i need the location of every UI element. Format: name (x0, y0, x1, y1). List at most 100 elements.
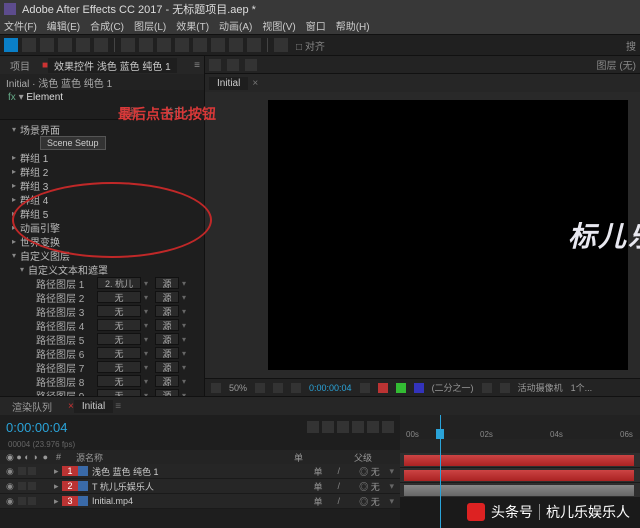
timeline-comp-tab[interactable]: Initial (74, 400, 113, 413)
magnify-icon[interactable] (211, 383, 221, 393)
motion-blur-icon[interactable] (352, 421, 364, 433)
path-type-dropdown[interactable]: 源 (155, 277, 179, 289)
path-value-dropdown[interactable]: 无 (97, 291, 141, 303)
layer-bar[interactable] (404, 455, 634, 466)
path-type-dropdown[interactable]: 源 (155, 347, 179, 359)
parent-dropdown[interactable]: ◎ 无 (349, 465, 389, 478)
roto-tool-icon[interactable] (229, 38, 243, 52)
visibility-icon[interactable]: ◉ (6, 481, 18, 492)
fx-icon[interactable] (337, 421, 349, 433)
text-tool-icon[interactable] (157, 38, 171, 52)
menu-effect[interactable]: 效果(T) (176, 18, 209, 34)
layer-mode[interactable]: 单 (313, 480, 337, 493)
layer-track[interactable] (400, 468, 640, 483)
visibility-icon[interactable]: ◉ (6, 496, 18, 507)
hand-tool-icon[interactable] (22, 38, 36, 52)
search-label[interactable]: 搜 (626, 38, 636, 53)
comp-viewer[interactable]: 标儿乐 (205, 92, 640, 378)
menu-view[interactable]: 视图(V) (262, 18, 295, 34)
3d-icon[interactable] (382, 421, 394, 433)
current-time[interactable]: 0:00:00:04 (6, 420, 67, 435)
path-type-dropdown[interactable]: 源 (155, 305, 179, 317)
timeline-layer-row[interactable]: ◉ ▸ 3 Initial.mp4 单 / ◎ 无 ▾ (0, 494, 400, 509)
group-row[interactable]: ▸群组 4 (4, 192, 200, 206)
blue-icon[interactable] (414, 383, 424, 393)
path-value-dropdown[interactable]: 无 (97, 347, 141, 359)
close-tab-icon[interactable]: × (252, 78, 258, 89)
source-name-header[interactable]: 源名称 (76, 451, 294, 464)
graph-icon[interactable] (367, 421, 379, 433)
zoom-tool-icon[interactable] (40, 38, 54, 52)
reset-tab[interactable]: 重置 (108, 104, 152, 119)
channel-icon[interactable] (378, 383, 388, 393)
path-value-dropdown[interactable]: 无 (97, 319, 141, 331)
transparency-icon[interactable] (500, 383, 510, 393)
timeline-menu-icon[interactable]: ≡ (115, 401, 121, 412)
project-tab[interactable]: 项目 (4, 58, 36, 73)
layer-track[interactable] (400, 453, 640, 468)
footer-timecode[interactable]: 0:00:00:04 (309, 383, 352, 393)
grid-icon[interactable] (273, 383, 283, 393)
comp-tab[interactable]: Initial (209, 77, 248, 90)
custom-text-mask-row[interactable]: ▾自定义文本和遮罩 (4, 262, 200, 276)
playhead[interactable] (440, 415, 441, 528)
layout-label[interactable]: 图层 (无) (597, 57, 636, 72)
path-value-dropdown[interactable]: 2. 杭儿 (97, 277, 141, 289)
snapshot-icon[interactable] (360, 383, 370, 393)
layer-name[interactable]: 浅色 蓝色 纯色 1 (88, 465, 313, 478)
group-row[interactable]: ▸群组 3 (4, 178, 200, 192)
custom-layers-row[interactable]: ▾自定义图层 (4, 248, 200, 262)
shape-tool-icon[interactable] (121, 38, 135, 52)
layer-mode[interactable]: 单 (313, 495, 337, 508)
mask-icon[interactable] (291, 383, 301, 393)
scene-interface-row[interactable]: ▾场景界面 (4, 122, 200, 136)
render-queue-tab[interactable]: 渲染队列 (4, 398, 60, 415)
group-row[interactable]: ▸群组 5 (4, 206, 200, 220)
anim-engine-row[interactable]: ▸动画引擎 (4, 220, 200, 234)
menu-window[interactable]: 窗口 (306, 18, 326, 34)
selection-tool-icon[interactable] (4, 38, 18, 52)
layer-bar[interactable] (404, 485, 634, 496)
menu-file[interactable]: 文件(F) (4, 18, 37, 34)
path-value-dropdown[interactable]: 无 (97, 361, 141, 373)
layer-mode[interactable]: 单 (313, 465, 337, 478)
panel-menu-icon[interactable]: ≡ (194, 60, 200, 71)
path-value-dropdown[interactable]: 无 (97, 333, 141, 345)
camera-tool-icon[interactable] (94, 38, 108, 52)
puppet-tool-icon[interactable] (247, 38, 261, 52)
timeline-layer-row[interactable]: ◉ ▸ 2 T 杭儿乐娱乐人 单 / ◎ 无 ▾ (0, 479, 400, 494)
comp-icon[interactable] (209, 59, 221, 71)
brush-tool-icon[interactable] (175, 38, 189, 52)
parent-dropdown[interactable]: ◎ 无 (349, 480, 389, 493)
group-row[interactable]: ▸群组 2 (4, 164, 200, 178)
layer-bar[interactable] (404, 470, 634, 481)
path-type-dropdown[interactable]: 源 (155, 361, 179, 373)
views-dropdown[interactable]: 1个... (571, 381, 593, 394)
safe-icon[interactable] (255, 383, 265, 393)
path-type-dropdown[interactable]: 源 (155, 319, 179, 331)
layer-name[interactable]: T 杭儿乐娱乐人 (88, 480, 313, 493)
eraser-tool-icon[interactable] (211, 38, 225, 52)
plugin-row[interactable]: fx ▾ Element (0, 90, 204, 104)
group-row[interactable]: ▸群组 1 (4, 150, 200, 164)
layer-color[interactable] (78, 466, 88, 476)
path-type-dropdown[interactable]: 源 (155, 389, 179, 396)
path-value-dropdown[interactable]: 无 (97, 389, 141, 396)
pen-tool-icon[interactable] (139, 38, 153, 52)
menu-anim[interactable]: 动画(A) (219, 18, 252, 34)
zoom-level[interactable]: 50% (229, 383, 247, 393)
layer-name[interactable]: Initial.mp4 (88, 496, 313, 506)
menu-layer[interactable]: 图层(L) (134, 18, 166, 34)
layer-track[interactable] (400, 483, 640, 498)
scene-setup-button[interactable]: Scene Setup (40, 136, 106, 150)
effect-controls-tab[interactable]: 效果控件 浅色 蓝色 纯色 1 (48, 58, 177, 73)
path-type-dropdown[interactable]: 源 (155, 333, 179, 345)
alpha-icon[interactable] (396, 383, 406, 393)
menu-edit[interactable]: 编辑(E) (47, 18, 80, 34)
comp-flow-icon[interactable] (227, 59, 239, 71)
axis-tool-icon[interactable] (274, 38, 288, 52)
path-type-dropdown[interactable]: 源 (155, 291, 179, 303)
rotate-tool-icon[interactable] (76, 38, 90, 52)
resolution-dropdown[interactable]: (二分之一) (432, 381, 474, 394)
comp-grid-icon[interactable] (245, 59, 257, 71)
